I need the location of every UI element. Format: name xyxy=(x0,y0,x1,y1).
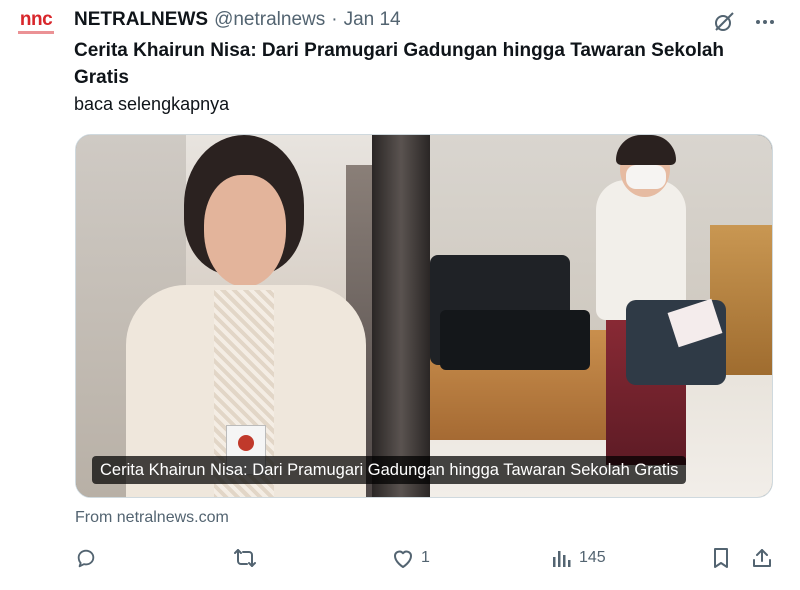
card-caption: Cerita Khairun Nisa: Dari Pramugari Gadu… xyxy=(92,456,687,484)
logo-underline xyxy=(18,31,54,34)
author-handle[interactable]: @netralnews xyxy=(214,7,325,33)
views-icon xyxy=(551,547,573,569)
grok-icon[interactable] xyxy=(712,10,736,34)
tweet-header: NETRALNEWS @netralnews · Jan 14 xyxy=(74,7,401,33)
share-icon xyxy=(751,547,773,569)
tweet-date[interactable]: Jan 14 xyxy=(344,7,401,33)
author-avatar[interactable]: nnc xyxy=(10,10,62,50)
tweet-action-bar: 1 145 xyxy=(75,543,775,573)
card-source[interactable]: From netralnews.com xyxy=(75,507,229,529)
author-name[interactable]: NETRALNEWS xyxy=(74,7,208,33)
separator-dot: · xyxy=(331,9,338,30)
link-card[interactable]: Cerita Khairun Nisa: Dari Pramugari Gadu… xyxy=(75,134,773,498)
like-button[interactable]: 1 xyxy=(391,543,430,573)
retweet-icon xyxy=(233,547,257,569)
bookmark-button[interactable] xyxy=(711,543,731,573)
views-button[interactable]: 145 xyxy=(551,543,606,573)
reply-button[interactable] xyxy=(75,543,103,573)
bookmark-icon xyxy=(711,547,731,569)
share-button[interactable] xyxy=(751,543,773,573)
woman-with-bag-photo xyxy=(430,135,772,497)
retweet-button[interactable] xyxy=(233,543,263,573)
tweet-headline: Cerita Khairun Nisa: Dari Pramugari Gadu… xyxy=(74,40,725,88)
tweet-top-icons xyxy=(712,10,776,34)
photo-divider xyxy=(372,135,430,497)
more-icon[interactable] xyxy=(754,11,776,33)
heart-icon xyxy=(391,547,415,569)
tweet-subtext: baca selengkapnya xyxy=(74,94,230,114)
like-count: 1 xyxy=(421,549,430,566)
netralnews-logo: nnc xyxy=(19,9,53,30)
views-count: 145 xyxy=(579,549,606,566)
reply-icon xyxy=(75,547,97,569)
